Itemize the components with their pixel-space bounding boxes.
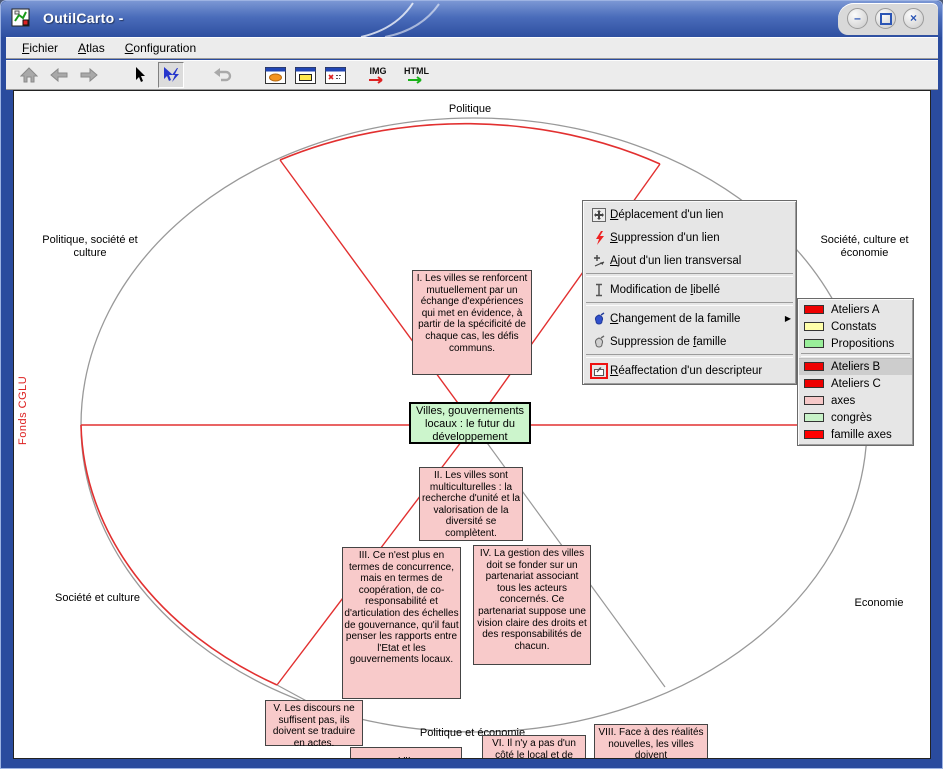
region-label-economie: Economie bbox=[839, 597, 919, 610]
concept-map-canvas[interactable]: Politique Politique, société et culture … bbox=[13, 90, 931, 759]
window-controls: – × bbox=[838, 3, 938, 35]
submenu-item-ateliers-b[interactable]: Ateliers B bbox=[799, 358, 912, 375]
region-label-societe-culture-economie: Société, culture et économie bbox=[802, 234, 927, 260]
submenu-item-ateliers-a[interactable]: Ateliers A bbox=[799, 301, 912, 318]
window-title: OutilCarto - bbox=[43, 10, 124, 26]
concept-node-I[interactable]: I. Les villes se renforcent mutuellement… bbox=[412, 270, 532, 375]
add-link-icon bbox=[588, 254, 610, 268]
box-window-icon bbox=[295, 67, 316, 84]
menu-item-suppression-lien[interactable]: Suppression d'un lien bbox=[584, 226, 795, 249]
region-label-politique: Politique bbox=[420, 103, 520, 116]
submenu-item-famille-axes[interactable]: famille axes bbox=[799, 426, 912, 443]
menu-item-deplacement-lien[interactable]: Déplacement d'un lien bbox=[584, 203, 795, 226]
maximize-glyph bbox=[880, 13, 892, 25]
export-img-button[interactable]: IMG bbox=[368, 67, 388, 84]
family-color-swatch bbox=[804, 362, 824, 371]
context-menu: Déplacement d'un lien Suppression d'un l… bbox=[582, 200, 797, 385]
move-icon bbox=[588, 208, 610, 222]
undo-arrow-icon bbox=[213, 68, 233, 82]
titlebar-swoosh-decoration bbox=[351, 1, 481, 37]
select-tool-button[interactable] bbox=[128, 62, 154, 88]
forward-arrow-icon bbox=[80, 68, 98, 82]
fonds-cglu-label: Fonds CGLU bbox=[17, 353, 29, 445]
maximize-button[interactable] bbox=[875, 8, 896, 29]
dialog-window-icon bbox=[325, 67, 346, 84]
home-icon bbox=[20, 67, 38, 83]
submenu-item-constats[interactable]: Constats bbox=[799, 318, 912, 335]
family-color-swatch bbox=[804, 396, 824, 405]
menu-separator bbox=[586, 354, 793, 358]
submenu-item-congres[interactable]: congrès bbox=[799, 409, 912, 426]
menu-item-ajout-lien-transversal[interactable]: Ajout d'un lien transversal bbox=[584, 249, 795, 272]
menu-item-modification-libelle[interactable]: Modification de libellé bbox=[584, 278, 795, 301]
concept-node-VII[interactable]: VII. bbox=[350, 747, 462, 759]
menu-separator bbox=[586, 302, 793, 306]
region-label-politique-societe-culture: Politique, société et culture bbox=[25, 234, 155, 260]
concept-node-VIII[interactable]: VIII. Face à des réalités nouvelles, les… bbox=[594, 724, 708, 759]
submenu-item-propositions[interactable]: Propositions bbox=[799, 335, 912, 352]
red-lightning-icon bbox=[588, 231, 610, 245]
green-arrow-icon bbox=[407, 76, 427, 84]
family-color-swatch bbox=[804, 430, 824, 439]
dialog-window-button[interactable] bbox=[322, 62, 348, 88]
submenu-item-ateliers-c[interactable]: Ateliers C bbox=[799, 375, 912, 392]
ellipse-window-icon bbox=[265, 67, 286, 84]
menu-item-changement-famille[interactable]: Changement de la famille ▶ bbox=[584, 307, 795, 330]
export-img-label: IMG bbox=[370, 67, 387, 76]
menu-item-reaffectation-descripteur[interactable]: Réaffectation d'un descripteur bbox=[584, 359, 795, 382]
title-bar[interactable]: OutilCarto - – × bbox=[1, 1, 942, 37]
map-window-button[interactable] bbox=[262, 62, 288, 88]
family-color-swatch bbox=[804, 339, 824, 348]
tool-bar: IMG HTML bbox=[6, 60, 938, 90]
concept-node-V[interactable]: V. Les discours ne suffisent pas, ils do… bbox=[265, 700, 363, 746]
home-button[interactable] bbox=[16, 62, 42, 88]
back-button[interactable] bbox=[46, 62, 72, 88]
menu-fichier[interactable]: Fichier bbox=[14, 39, 66, 57]
menu-configuration[interactable]: Configuration bbox=[117, 39, 204, 57]
concept-node-II[interactable]: II. Les villes sont multiculturelles : l… bbox=[419, 467, 523, 541]
export-html-label: HTML bbox=[404, 67, 429, 76]
blue-ink-icon bbox=[588, 312, 610, 326]
menu-bar: Fichier Atlas Configuration bbox=[6, 37, 938, 59]
submenu-arrow-icon: ▶ bbox=[785, 314, 791, 323]
icon-selection-box bbox=[590, 363, 608, 379]
undo-button[interactable] bbox=[210, 62, 236, 88]
concept-node-VI[interactable]: VI. Il n'y a pas d'un côté le local et d… bbox=[482, 735, 586, 759]
family-color-swatch bbox=[804, 305, 824, 314]
cursor-icon bbox=[135, 67, 147, 83]
concept-node-center[interactable]: Villes, gouvernements locaux : le futur … bbox=[409, 402, 531, 444]
ibeam-icon bbox=[588, 283, 610, 297]
family-submenu: Ateliers A Constats Propositions Atelier… bbox=[797, 298, 914, 446]
forward-button[interactable] bbox=[76, 62, 102, 88]
label-window-button[interactable] bbox=[292, 62, 318, 88]
menu-separator bbox=[586, 273, 793, 277]
concept-node-IV[interactable]: IV. La gestion des villes doit se fonder… bbox=[473, 545, 591, 665]
link-tool-button[interactable] bbox=[158, 62, 184, 88]
menu-atlas[interactable]: Atlas bbox=[70, 39, 113, 57]
app-icon bbox=[11, 7, 33, 29]
menu-item-suppression-famille[interactable]: Suppression de famille bbox=[584, 330, 795, 353]
family-color-swatch bbox=[804, 322, 824, 331]
concept-node-III[interactable]: III. Ce n'est plus en termes de concurre… bbox=[342, 547, 461, 699]
family-color-swatch bbox=[804, 379, 824, 388]
submenu-item-axes[interactable]: axes bbox=[799, 392, 912, 409]
back-arrow-icon bbox=[50, 68, 68, 82]
family-color-swatch bbox=[804, 413, 824, 422]
reassign-icon bbox=[593, 365, 605, 377]
reassign-icon-wrapper bbox=[588, 363, 610, 379]
region-label-societe-culture: Société et culture bbox=[35, 592, 160, 605]
minimize-button[interactable]: – bbox=[847, 8, 868, 29]
lightning-cursor-icon bbox=[161, 66, 181, 84]
red-arrow-icon bbox=[368, 76, 388, 84]
gray-ink-icon bbox=[588, 335, 610, 349]
menu-separator bbox=[801, 353, 910, 357]
export-html-button[interactable]: HTML bbox=[404, 67, 429, 84]
application-window: OutilCarto - – × Fichier Atlas Configura… bbox=[0, 0, 943, 769]
close-button[interactable]: × bbox=[903, 8, 924, 29]
